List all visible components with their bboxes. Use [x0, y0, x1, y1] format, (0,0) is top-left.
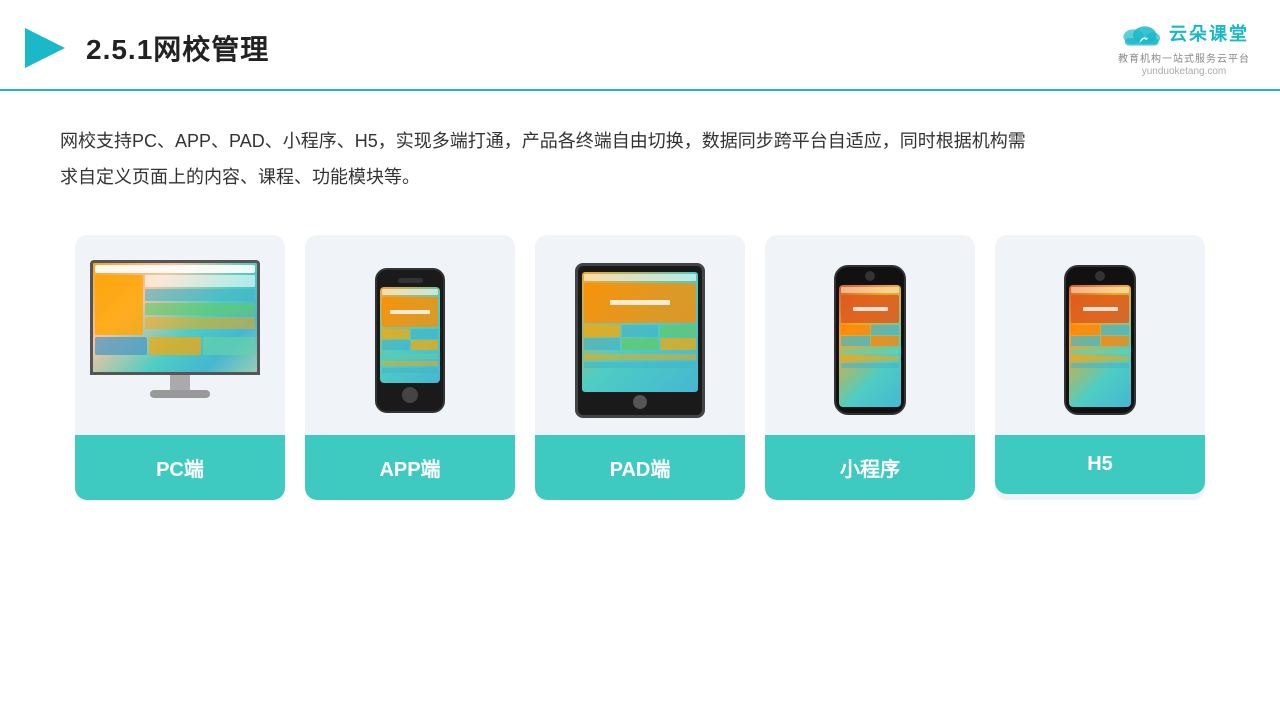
logo-area: 云朵课堂 教育机构一站式服务云平台 yunduoketang.com: [1118, 18, 1250, 77]
play-icon: [20, 23, 70, 73]
logo-tagline: 教育机构一站式服务云平台: [1118, 50, 1250, 65]
card-h5-label: H5: [995, 435, 1205, 494]
phone-mockup-app: [375, 268, 445, 413]
header-left: 2.5.1网校管理: [20, 23, 269, 73]
page-title: 2.5.1网校管理: [86, 28, 269, 68]
description-text: 网校支持PC、APP、PAD、小程序、H5，实现多端打通，产品各终端自由切换，数…: [0, 91, 1100, 215]
card-app-image: [305, 235, 515, 435]
card-pc-image: [75, 235, 285, 435]
card-app-label: APP端: [305, 435, 515, 500]
card-pad-image: [535, 235, 745, 435]
card-pad-label: PAD端: [535, 435, 745, 500]
header: 2.5.1网校管理 云朵课堂 教育机构一站式服务云平台 yunduoketang…: [0, 0, 1280, 91]
card-pad: PAD端: [535, 235, 745, 500]
cloud-icon: [1119, 18, 1163, 48]
logo-cloud: 云朵课堂: [1119, 18, 1249, 48]
card-miniapp: 小程序: [765, 235, 975, 500]
card-app: APP端: [305, 235, 515, 500]
logo-name: 云朵课堂: [1169, 20, 1249, 46]
card-h5: H5: [995, 235, 1205, 500]
logo-url: yunduoketang.com: [1142, 66, 1227, 77]
smartphone-mockup-h5: [1064, 265, 1136, 415]
card-miniapp-label: 小程序: [765, 435, 975, 500]
card-miniapp-image: [765, 235, 975, 435]
description-content: 网校支持PC、APP、PAD、小程序、H5，实现多端打通，产品各终端自由切换，数…: [60, 131, 1026, 187]
card-h5-image: [995, 235, 1205, 435]
card-pc-label: PC端: [75, 435, 285, 500]
smartphone-mockup-mini: [834, 265, 906, 415]
card-pc: PC端: [75, 235, 285, 500]
cards-container: PC端: [0, 215, 1280, 500]
monitor-mockup: [90, 260, 270, 420]
tablet-mockup: [575, 263, 705, 418]
